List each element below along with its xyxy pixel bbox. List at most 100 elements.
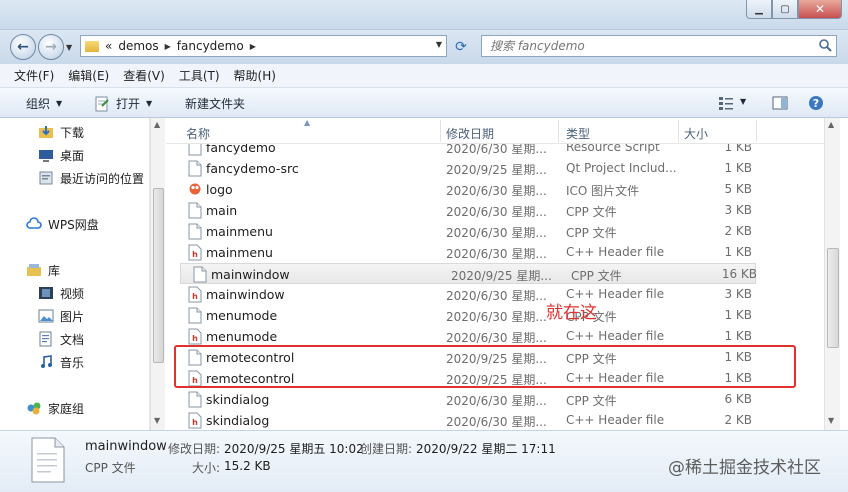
breadcrumb-overflow[interactable]: « [105, 39, 112, 53]
picture-icon [38, 309, 54, 323]
file-size: 3 KB [724, 203, 752, 217]
nav-item-pictures[interactable]: 图片 [38, 306, 84, 326]
back-button[interactable]: ← [10, 34, 36, 60]
column-header-name[interactable]: 名称 [186, 125, 210, 142]
open-label: 打开 [116, 97, 141, 111]
nav-item-documents[interactable]: 文档 [38, 329, 84, 349]
search-input[interactable]: 搜索 fancydemo [481, 35, 837, 57]
column-divider[interactable] [756, 120, 757, 142]
new-folder-button[interactable]: 新建文件夹 [185, 95, 245, 112]
scroll-down-arrow-icon[interactable]: ▼ [828, 416, 834, 425]
nav-label: 文档 [60, 332, 85, 347]
header-file-icon: h [188, 412, 202, 429]
chevron-right-icon[interactable]: ▶ [165, 42, 171, 51]
open-button[interactable]: 打开 ▼ [94, 95, 152, 112]
file-date: 2020/6/30 星期... [446, 310, 547, 324]
view-options-icon[interactable] [718, 95, 734, 111]
file-list-scrollbar[interactable]: ▲ ▼ [824, 118, 840, 430]
scroll-down-arrow-icon[interactable]: ▼ [154, 416, 160, 425]
file-date: 2020/9/25 星期... [451, 269, 552, 283]
file-size: 3 KB [724, 287, 752, 301]
file-name: mainwindow [211, 267, 290, 282]
column-header-type[interactable]: 类型 [566, 125, 590, 142]
menu-bar: 文件(F) 编辑(E) 查看(V) 工具(T) 帮助(H) [0, 64, 848, 88]
breadcrumb-demos[interactable]: demos [118, 39, 158, 53]
help-icon[interactable]: ? [808, 95, 824, 111]
nav-label: 图片 [60, 309, 85, 324]
chevron-right-icon[interactable]: ▶ [250, 42, 256, 51]
file-type: ICO 图片文件 [566, 184, 640, 198]
column-header-size[interactable]: 大小 [684, 125, 708, 142]
recent-pages-dropdown[interactable]: ▼ [66, 43, 72, 52]
nav-label: 最近访问的位置 [60, 171, 145, 186]
scroll-up-arrow-icon[interactable]: ▲ [828, 120, 834, 129]
nav-item-recent-places[interactable]: 最近访问的位置 [38, 168, 144, 188]
download-folder-icon [39, 126, 53, 138]
file-row[interactable]: main 2020/6/30 星期... CPP 文件 3 KB [176, 200, 756, 221]
details-file-type: CPP 文件 [85, 461, 136, 475]
nav-item-videos[interactable]: 视频 [38, 283, 84, 303]
menu-help[interactable]: 帮助(H) [234, 67, 276, 84]
navigation-scrollbar[interactable]: ▲ ▼ [150, 118, 165, 430]
preview-pane-icon[interactable] [772, 95, 788, 111]
file-date: 2020/6/30 星期... [446, 184, 547, 198]
file-date: 2020/9/25 星期... [446, 163, 547, 177]
file-row[interactable]: mainwindow 2020/9/25 星期... CPP 文件 16 KB [180, 263, 757, 284]
details-size-value: 15.2 KB [224, 459, 271, 473]
file-row[interactable]: skindialog 2020/6/30 星期... CPP 文件 6 KB [176, 389, 756, 410]
scrollbar-thumb[interactable] [827, 248, 839, 348]
minimize-button[interactable]: ▁ [746, 0, 772, 19]
nav-item-homegroup[interactable]: 家庭组 [26, 398, 84, 418]
column-header-date[interactable]: 修改日期 [446, 125, 494, 142]
file-name: skindialog [206, 392, 270, 407]
file-date: 2020/6/30 星期... [446, 415, 547, 429]
file-row[interactable]: h mainmenu 2020/6/30 星期... C++ Header file 1… [176, 242, 756, 263]
address-row: ← → ▼ « demos ▶ fancydemo ▶ ▼ ⟳ 搜索 fancy… [0, 30, 848, 64]
file-size: 16 KB [721, 267, 757, 281]
address-dropdown-icon[interactable]: ▼ [436, 40, 442, 49]
file-row[interactable]: fancydemo-src 2020/9/25 星期... Qt Project I… [176, 158, 756, 179]
refresh-icon[interactable]: ⟳ [452, 38, 470, 56]
file-row[interactable]: h menumode 2020/6/30 星期... C++ Header file 1… [176, 326, 756, 347]
nav-item-libraries[interactable]: 库 [26, 260, 60, 280]
nav-item-desktop[interactable]: 桌面 [38, 145, 84, 165]
menu-tools[interactable]: 工具(T) [179, 67, 220, 84]
column-divider[interactable] [558, 120, 559, 142]
address-bar[interactable]: « demos ▶ fancydemo ▶ ▼ [80, 35, 447, 57]
details-created-value: 2020/9/22 星期二 17:11 [416, 442, 556, 456]
scrollbar-thumb[interactable] [153, 188, 164, 363]
svg-text:?: ? [813, 97, 819, 110]
search-icon[interactable] [818, 38, 832, 52]
recent-places-icon [39, 171, 53, 185]
forward-button[interactable]: → [38, 34, 64, 60]
close-button[interactable]: ✕ [798, 0, 842, 19]
column-divider[interactable] [440, 120, 441, 142]
menu-edit[interactable]: 编辑(E) [68, 67, 109, 84]
nav-item-music[interactable]: 音乐 [38, 352, 84, 372]
close-icon: ✕ [814, 2, 826, 16]
column-divider[interactable] [678, 120, 679, 142]
file-row[interactable]: h mainwindow 2020/6/30 星期... C++ Header fil… [176, 284, 756, 305]
file-row[interactable]: menumode 2020/6/30 星期... CPP 文件 1 KB [176, 305, 756, 326]
menu-file[interactable]: 文件(F) [14, 67, 54, 84]
file-type: C++ Header file [566, 329, 665, 343]
file-size: 1 KB [724, 161, 752, 175]
file-name: logo [206, 182, 233, 197]
organize-button[interactable]: 组织 ▼ [26, 95, 62, 112]
file-row[interactable]: h skindialog 2020/6/30 星期... C++ Header fil… [176, 410, 756, 430]
nav-item-wps-cloud[interactable]: WPS网盘 [26, 214, 99, 234]
view-dropdown-icon[interactable]: ▼ [740, 97, 746, 106]
maximize-button[interactable]: ▢ [772, 0, 798, 19]
file-row[interactable]: mainmenu 2020/6/30 星期... CPP 文件 2 KB [176, 221, 756, 242]
file-large-icon [31, 437, 65, 483]
scroll-up-arrow-icon[interactable]: ▲ [154, 120, 160, 129]
svg-text:h: h [192, 250, 198, 259]
nav-label: 下载 [60, 125, 85, 140]
nav-item-downloads[interactable]: 下载 [38, 122, 84, 142]
breadcrumb-fancydemo[interactable]: fancydemo [177, 39, 244, 53]
file-date: 2020/6/30 星期... [446, 289, 547, 303]
file-date: 2020/6/30 星期... [446, 394, 547, 408]
file-row[interactable]: logo 2020/6/30 星期... ICO 图片文件 5 KB [176, 179, 756, 200]
menu-view[interactable]: 查看(V) [123, 67, 165, 84]
cpp-file-icon [188, 307, 202, 324]
